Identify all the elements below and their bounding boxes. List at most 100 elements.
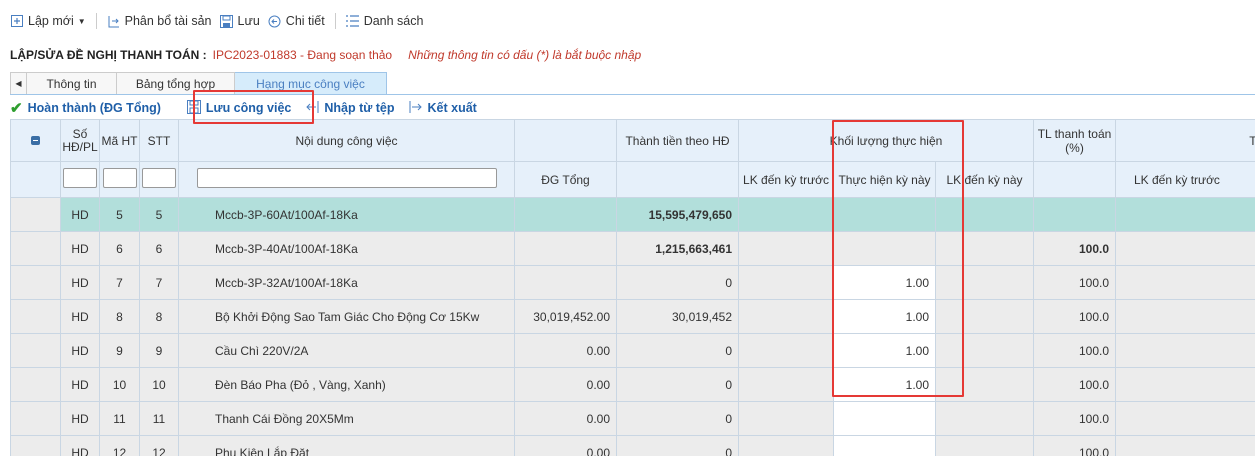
cell-lk-truoc <box>738 333 834 368</box>
save-work-button[interactable]: Lưu công việc <box>186 99 292 117</box>
cell-thuc-hien[interactable] <box>833 231 936 266</box>
table-row[interactable]: HD 12 12 Phụ Kiện Lắp Đặt 0.00 0 100.0 <box>10 435 1255 456</box>
cell-tl: 100.0 <box>1033 231 1116 266</box>
list-label: Danh sách <box>363 14 424 28</box>
tab-summary[interactable]: Bảng tổng hợp <box>117 72 235 94</box>
cell-thanh-tien: 0 <box>616 435 739 456</box>
export-button[interactable]: Kết xuất <box>409 100 477 117</box>
table-row[interactable]: HD 8 8 Bộ Khởi Động Sao Tam Giác Cho Độn… <box>10 299 1255 334</box>
cell-ma-ht: 5 <box>99 197 140 232</box>
complete-button[interactable]: ✔ Hoàn thành (ĐG Tổng) <box>10 99 161 117</box>
col-header-khoi-luong: Khối lượng thực hiện <box>738 119 1034 162</box>
filter-cell-tl <box>1033 161 1116 198</box>
cell-stt: 7 <box>139 265 179 300</box>
collapse-icon <box>31 135 40 145</box>
row-select-cell[interactable] <box>10 265 61 300</box>
cell-dg-tong <box>514 231 617 266</box>
cell-thuc-hien[interactable]: 1.00 <box>833 299 936 334</box>
cell-lk-nay <box>935 231 1034 266</box>
tab-scroll-left-icon[interactable]: ◀ <box>10 72 27 94</box>
filter-so-hd-input[interactable] <box>63 168 97 188</box>
table-row[interactable]: HD 5 5 Mccb-3P-60At/100Af-18Ka 15,595,47… <box>10 197 1255 232</box>
row-select-cell[interactable] <box>10 197 61 232</box>
toolbar: Lập mới ▼ Phân bổ tài sản Lưu Chi tiết D… <box>0 0 1255 42</box>
row-select-cell[interactable] <box>10 333 61 368</box>
allocate-icon <box>107 14 121 28</box>
filter-ma-ht-input[interactable] <box>102 168 137 188</box>
row-select-cell[interactable] <box>10 435 61 456</box>
cell-thuc-hien[interactable]: 1.00 <box>833 367 936 402</box>
filter-cell-thanh-tien <box>616 161 739 198</box>
col-header-lk-truoc: LK đến kỳ trước <box>738 161 834 198</box>
row-select-cell[interactable] <box>10 367 61 402</box>
list-button[interactable]: Danh sách <box>342 11 428 31</box>
cell-lk-nay <box>935 299 1034 334</box>
filter-cell-stt <box>139 161 179 198</box>
cell-so-hd: HD <box>60 265 100 300</box>
detail-button[interactable]: Chi tiết <box>264 11 329 31</box>
cell-lk-nay <box>935 265 1034 300</box>
filter-noi-dung-input[interactable] <box>196 168 497 188</box>
cell-lk-nay <box>935 401 1034 436</box>
cell-ma-ht: 12 <box>99 435 140 456</box>
cell-lk-truoc-2 <box>1115 401 1255 436</box>
cell-thuc-hien[interactable] <box>833 435 936 456</box>
cell-ma-ht: 6 <box>99 231 140 266</box>
col-header-tl-thanh-toan: TL thanh toán (%) <box>1033 119 1116 162</box>
filter-stt-input[interactable] <box>142 168 176 188</box>
complete-label: Hoàn thành (ĐG Tổng) <box>27 101 161 115</box>
cell-lk-truoc <box>738 435 834 456</box>
row-select-cell[interactable] <box>10 231 61 266</box>
cell-dg-tong: 0.00 <box>514 367 617 402</box>
cell-thuc-hien[interactable]: 1.00 <box>833 333 936 368</box>
filter-cell-ma-ht <box>99 161 140 198</box>
col-header-lk-nay: LK đến kỳ này <box>935 161 1034 198</box>
cell-tl: 100.0 <box>1033 435 1116 456</box>
row-select-cell[interactable] <box>10 299 61 334</box>
import-arrow-icon <box>305 100 319 117</box>
cell-tl: 100.0 <box>1033 367 1116 402</box>
collapse-toggle[interactable] <box>10 119 61 162</box>
cell-thuc-hien[interactable]: 1.00 <box>833 265 936 300</box>
save-work-label: Lưu công việc <box>205 101 292 115</box>
cell-noi-dung: Đèn Báo Pha (Đỏ , Vàng, Xanh) <box>178 367 515 402</box>
cell-ma-ht: 8 <box>99 299 140 334</box>
cell-thuc-hien[interactable] <box>833 401 936 436</box>
allocate-assets-button[interactable]: Phân bổ tài sản <box>103 11 216 31</box>
cell-thuc-hien[interactable] <box>833 197 936 232</box>
cell-lk-truoc-2 <box>1115 299 1255 334</box>
col-header-thuc-hien: Thực hiện kỳ này <box>833 161 936 198</box>
cell-tl: 100.0 <box>1033 333 1116 368</box>
new-button[interactable]: Lập mới ▼ <box>6 11 90 31</box>
tab-info[interactable]: Thông tin <box>27 72 117 94</box>
export-arrow-icon <box>409 100 423 117</box>
cell-so-hd: HD <box>60 401 100 436</box>
save-icon <box>220 14 234 28</box>
table-row[interactable]: HD 6 6 Mccb-3P-40At/100Af-18Ka 1,215,663… <box>10 231 1255 266</box>
save-button[interactable]: Lưu <box>216 11 264 31</box>
cell-tl <box>1033 197 1116 232</box>
save-icon <box>186 99 201 117</box>
cell-lk-nay <box>935 197 1034 232</box>
table-row[interactable]: HD 9 9 Cầu Chì 220V/2A 0.00 0 1.00 100.0 <box>10 333 1255 368</box>
cell-tl: 100.0 <box>1033 401 1116 436</box>
table-row[interactable]: HD 11 11 Thanh Cái Đồng 20X5Mm 0.00 0 10… <box>10 401 1255 436</box>
cell-thanh-tien: 0 <box>616 367 739 402</box>
table-row[interactable]: HD 7 7 Mccb-3P-32At/100Af-18Ka 0 1.00 10… <box>10 265 1255 300</box>
cell-lk-truoc <box>738 265 834 300</box>
import-button[interactable]: Nhập từ tệp <box>305 100 395 117</box>
col-header-thanh-tien: Thành tiền theo HĐ <box>616 119 739 162</box>
cell-noi-dung: Cầu Chì 220V/2A <box>178 333 515 368</box>
col-header-so-hd: Số HĐ/PL <box>60 119 100 162</box>
cell-lk-truoc <box>738 231 834 266</box>
cell-lk-truoc-2: 0 <box>1115 197 1255 232</box>
cell-ma-ht: 11 <box>99 401 140 436</box>
tab-work-items[interactable]: Hạng mục công việc <box>235 72 387 94</box>
cell-noi-dung: Bộ Khởi Động Sao Tam Giác Cho Động Cơ 15… <box>178 299 515 334</box>
cell-noi-dung: Mccb-3P-60At/100Af-18Ka <box>178 197 515 232</box>
table-row[interactable]: HD 10 10 Đèn Báo Pha (Đỏ , Vàng, Xanh) 0… <box>10 367 1255 402</box>
row-select-cell[interactable] <box>10 401 61 436</box>
save-label: Lưu <box>237 14 260 28</box>
filter-cell-empty <box>10 161 61 198</box>
cell-so-hd: HD <box>60 435 100 456</box>
